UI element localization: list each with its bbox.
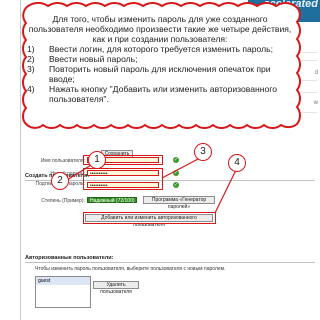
callout-step: 1) Ввести логин, для которого требуется и… [27,44,293,54]
step-marker-2: 2 [51,172,69,190]
step-marker-1: 1 [88,151,106,169]
step-number: 2) [27,54,35,64]
step-number: 3) [27,64,35,74]
step-number: 1) [27,44,35,54]
step-number: 4) [27,84,35,94]
callout-step: 3) Повторить новый пароль для исключения … [27,64,293,84]
step-text: Нажать кнопку "Добавить или изменить авт… [49,84,278,104]
step-marker-4: 4 [228,154,246,172]
step-marker-3: 3 [194,143,212,161]
callout-step: 4) Нажать кнопку "Добавить или изменить а… [27,84,293,104]
step-text: Повторить новый пароль для исключения оп… [49,64,271,84]
step-text: Ввести логин, для которого требуется изм… [49,44,274,54]
callout-step: 2) Ввести новый пароль; [27,54,293,64]
callout-text: Для того, чтобы изменить пароль для уже … [27,14,293,104]
step-text: Ввести новый пароль; [49,54,138,64]
callout-intro: Для того, чтобы изменить пароль для уже … [28,14,292,44]
callout-steps: 1) Ввести логин, для которого требуется и… [27,44,293,104]
